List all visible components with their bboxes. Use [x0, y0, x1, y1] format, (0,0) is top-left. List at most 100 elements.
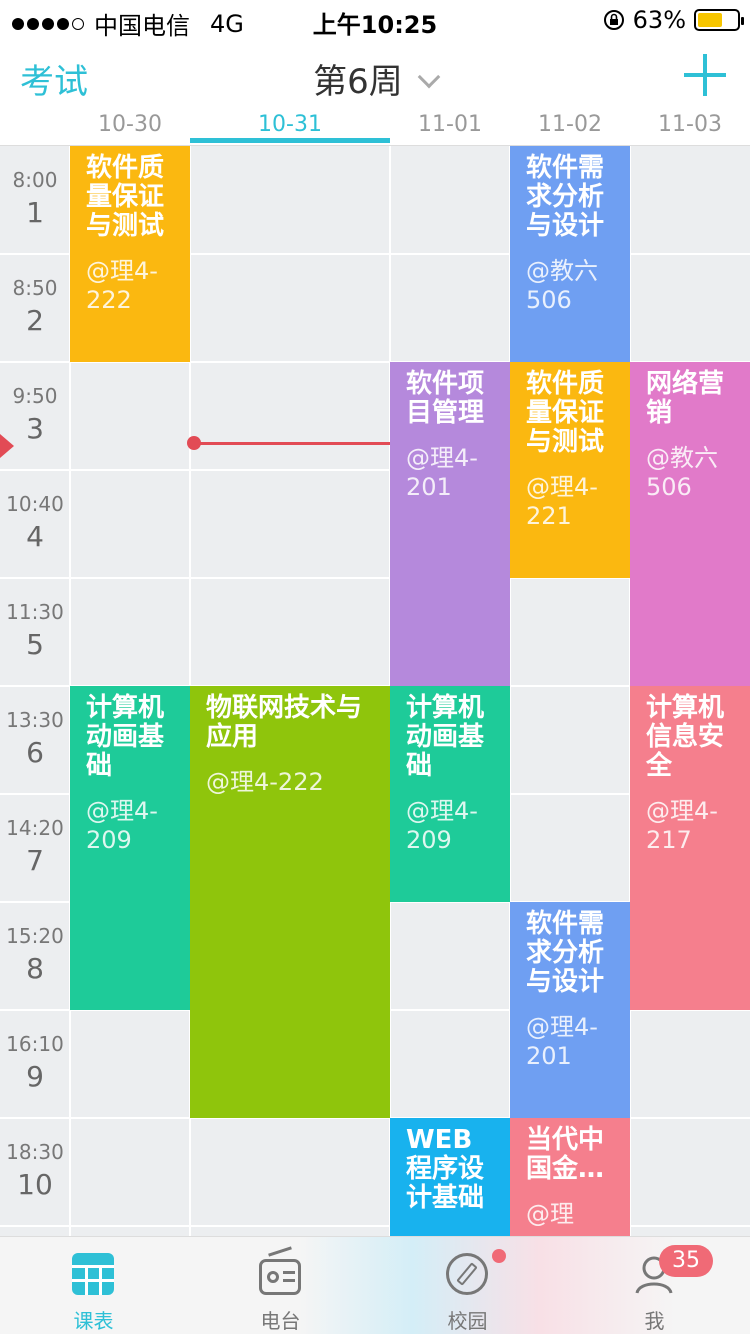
slot-number: 4 — [26, 520, 44, 553]
slot-time: 9:50 — [12, 384, 58, 408]
status-bar: 中国电信 4G 上午10:25 63% — [0, 0, 750, 40]
row-divider — [0, 1225, 750, 1227]
top-nav: 考试 第6周 — [0, 40, 750, 110]
slot-time: 18:30 — [6, 1140, 64, 1164]
course-card[interactable]: 软件质量保证与测试 @理4-221 — [510, 362, 630, 578]
slot-time: 14:20 — [6, 816, 64, 840]
course-card[interactable]: 计算机动画基础 @理4-209 — [390, 686, 510, 902]
time-slot: 14:20 7 — [0, 816, 70, 877]
course-name: 软件质量保证与测试 — [526, 369, 605, 457]
slot-number: 9 — [26, 1060, 44, 1093]
current-time-dot — [187, 436, 201, 450]
slot-number: 2 — [26, 304, 44, 337]
course-name: 软件项目管理 — [406, 369, 485, 428]
course-card[interactable]: 网络营销 @教六506 — [630, 362, 750, 686]
course-name: 网络营销 — [646, 369, 725, 428]
course-name: 软件质量保证与测试 — [86, 153, 165, 241]
course-room: @教六506 — [646, 444, 718, 501]
course-card[interactable]: WEB程序设计基础 — [390, 1118, 510, 1236]
week-selector[interactable]: 第6周 — [0, 54, 750, 103]
tab-label: 课表 — [73, 1309, 114, 1333]
time-slot: 16:10 9 — [0, 1032, 70, 1093]
tab-bar: 课表 电台 校园 35 我 — [0, 1236, 750, 1334]
course-name: 当代中国金… — [526, 1125, 605, 1184]
slot-number: 3 — [26, 412, 44, 445]
time-slot: 10:40 4 — [0, 492, 70, 553]
slot-time: 13:30 — [6, 708, 64, 732]
unread-badge: 35 — [659, 1245, 713, 1277]
course-card[interactable]: 软件需求分析与设计 @理4-201 — [510, 902, 630, 1118]
course-room: @理4-217 — [646, 797, 718, 854]
slot-time: 11:30 — [6, 600, 64, 624]
date-header[interactable]: 11-02 — [510, 112, 630, 137]
time-slot: 8:00 1 — [0, 168, 70, 229]
current-time-line — [190, 442, 390, 445]
course-card[interactable]: 软件质量保证与测试 @理4-222 — [70, 146, 190, 362]
tab-me[interactable]: 35 我 — [561, 1237, 748, 1334]
course-room: @教六506 — [526, 257, 598, 314]
slot-number: 6 — [26, 736, 44, 769]
tab-label: 我 — [644, 1309, 665, 1333]
course-name: 计算机动画基础 — [86, 693, 165, 781]
date-header[interactable]: 11-01 — [390, 112, 510, 137]
course-name: 物联网技术与应用 — [206, 693, 363, 752]
radio-icon — [259, 1246, 301, 1295]
week-label: 第6周 — [313, 62, 403, 102]
slot-number: 10 — [17, 1168, 53, 1201]
timetable-grid: 8:00 1 8:50 2 9:50 3 10:40 4 11:30 5 13:30 6 14:20 7 1… — [0, 146, 750, 1236]
course-room: @理4-209 — [406, 797, 478, 854]
date-header[interactable]: 10-30 — [70, 112, 190, 137]
time-slot: 9:50 3 — [0, 384, 70, 445]
slot-number: 8 — [26, 952, 44, 985]
tab-label: 校园 — [447, 1309, 488, 1333]
compass-icon — [446, 1253, 488, 1295]
rotation-lock-icon — [603, 10, 624, 30]
date-row: 10-30 10-31 11-01 11-02 11-03 — [0, 110, 750, 146]
course-name: 计算机信息安全 — [646, 693, 725, 781]
slot-number: 5 — [26, 628, 44, 661]
time-slot: 11:30 5 — [0, 600, 70, 661]
slot-number: 7 — [26, 844, 44, 877]
battery-percent: 63% — [632, 6, 686, 34]
course-name: WEB程序设计基础 — [406, 1125, 485, 1213]
time-slot: 15:20 8 — [0, 924, 70, 985]
course-room: @理4-222 — [86, 257, 158, 314]
tab-radio[interactable]: 电台 — [187, 1237, 374, 1334]
course-card[interactable]: 计算机动画基础 @理4-209 — [70, 686, 190, 1010]
course-name: 软件需求分析与设计 — [526, 153, 605, 241]
course-card[interactable]: 软件项目管理 @理4-201 — [390, 362, 510, 686]
battery-icon — [694, 9, 744, 31]
tab-campus[interactable]: 校园 — [374, 1237, 561, 1334]
tab-label: 电台 — [260, 1309, 301, 1333]
slot-time: 8:00 — [12, 168, 58, 192]
status-right: 63% — [603, 6, 744, 34]
course-room: @理4-221 — [526, 473, 598, 530]
course-name: 计算机动画基础 — [406, 693, 485, 781]
date-header[interactable]: 11-03 — [630, 112, 750, 137]
time-slot: 18:30 10 — [0, 1140, 70, 1201]
time-slot: 8:50 2 — [0, 276, 70, 337]
course-room: @理4-201 — [406, 444, 478, 501]
slot-time: 15:20 — [6, 924, 64, 948]
time-slot: 13:30 6 — [0, 708, 70, 769]
course-card[interactable]: 软件需求分析与设计 @教六506 — [510, 146, 630, 362]
active-date-indicator — [190, 138, 390, 143]
chevron-down-icon — [417, 65, 441, 89]
slot-time: 16:10 — [6, 1032, 64, 1056]
slot-number: 1 — [26, 196, 44, 229]
course-name: 软件需求分析与设计 — [526, 909, 605, 997]
course-room: @理4-222 — [206, 768, 324, 796]
course-room: @理4-201 — [526, 1013, 598, 1070]
timetable-icon — [72, 1253, 114, 1295]
course-card[interactable]: 物联网技术与应用 @理4-222 — [190, 686, 390, 1118]
course-card[interactable]: 当代中国金… @理 — [510, 1118, 630, 1236]
course-card[interactable]: 计算机信息安全 @理4-217 — [630, 686, 750, 1010]
add-icon[interactable] — [684, 54, 726, 96]
notification-dot — [492, 1249, 506, 1263]
slot-time: 10:40 — [6, 492, 64, 516]
date-header[interactable]: 10-31 — [230, 112, 350, 137]
tab-timetable[interactable]: 课表 — [0, 1237, 187, 1334]
course-room: @理 — [526, 1200, 574, 1228]
course-room: @理4-209 — [86, 797, 158, 854]
slot-time: 8:50 — [12, 276, 58, 300]
